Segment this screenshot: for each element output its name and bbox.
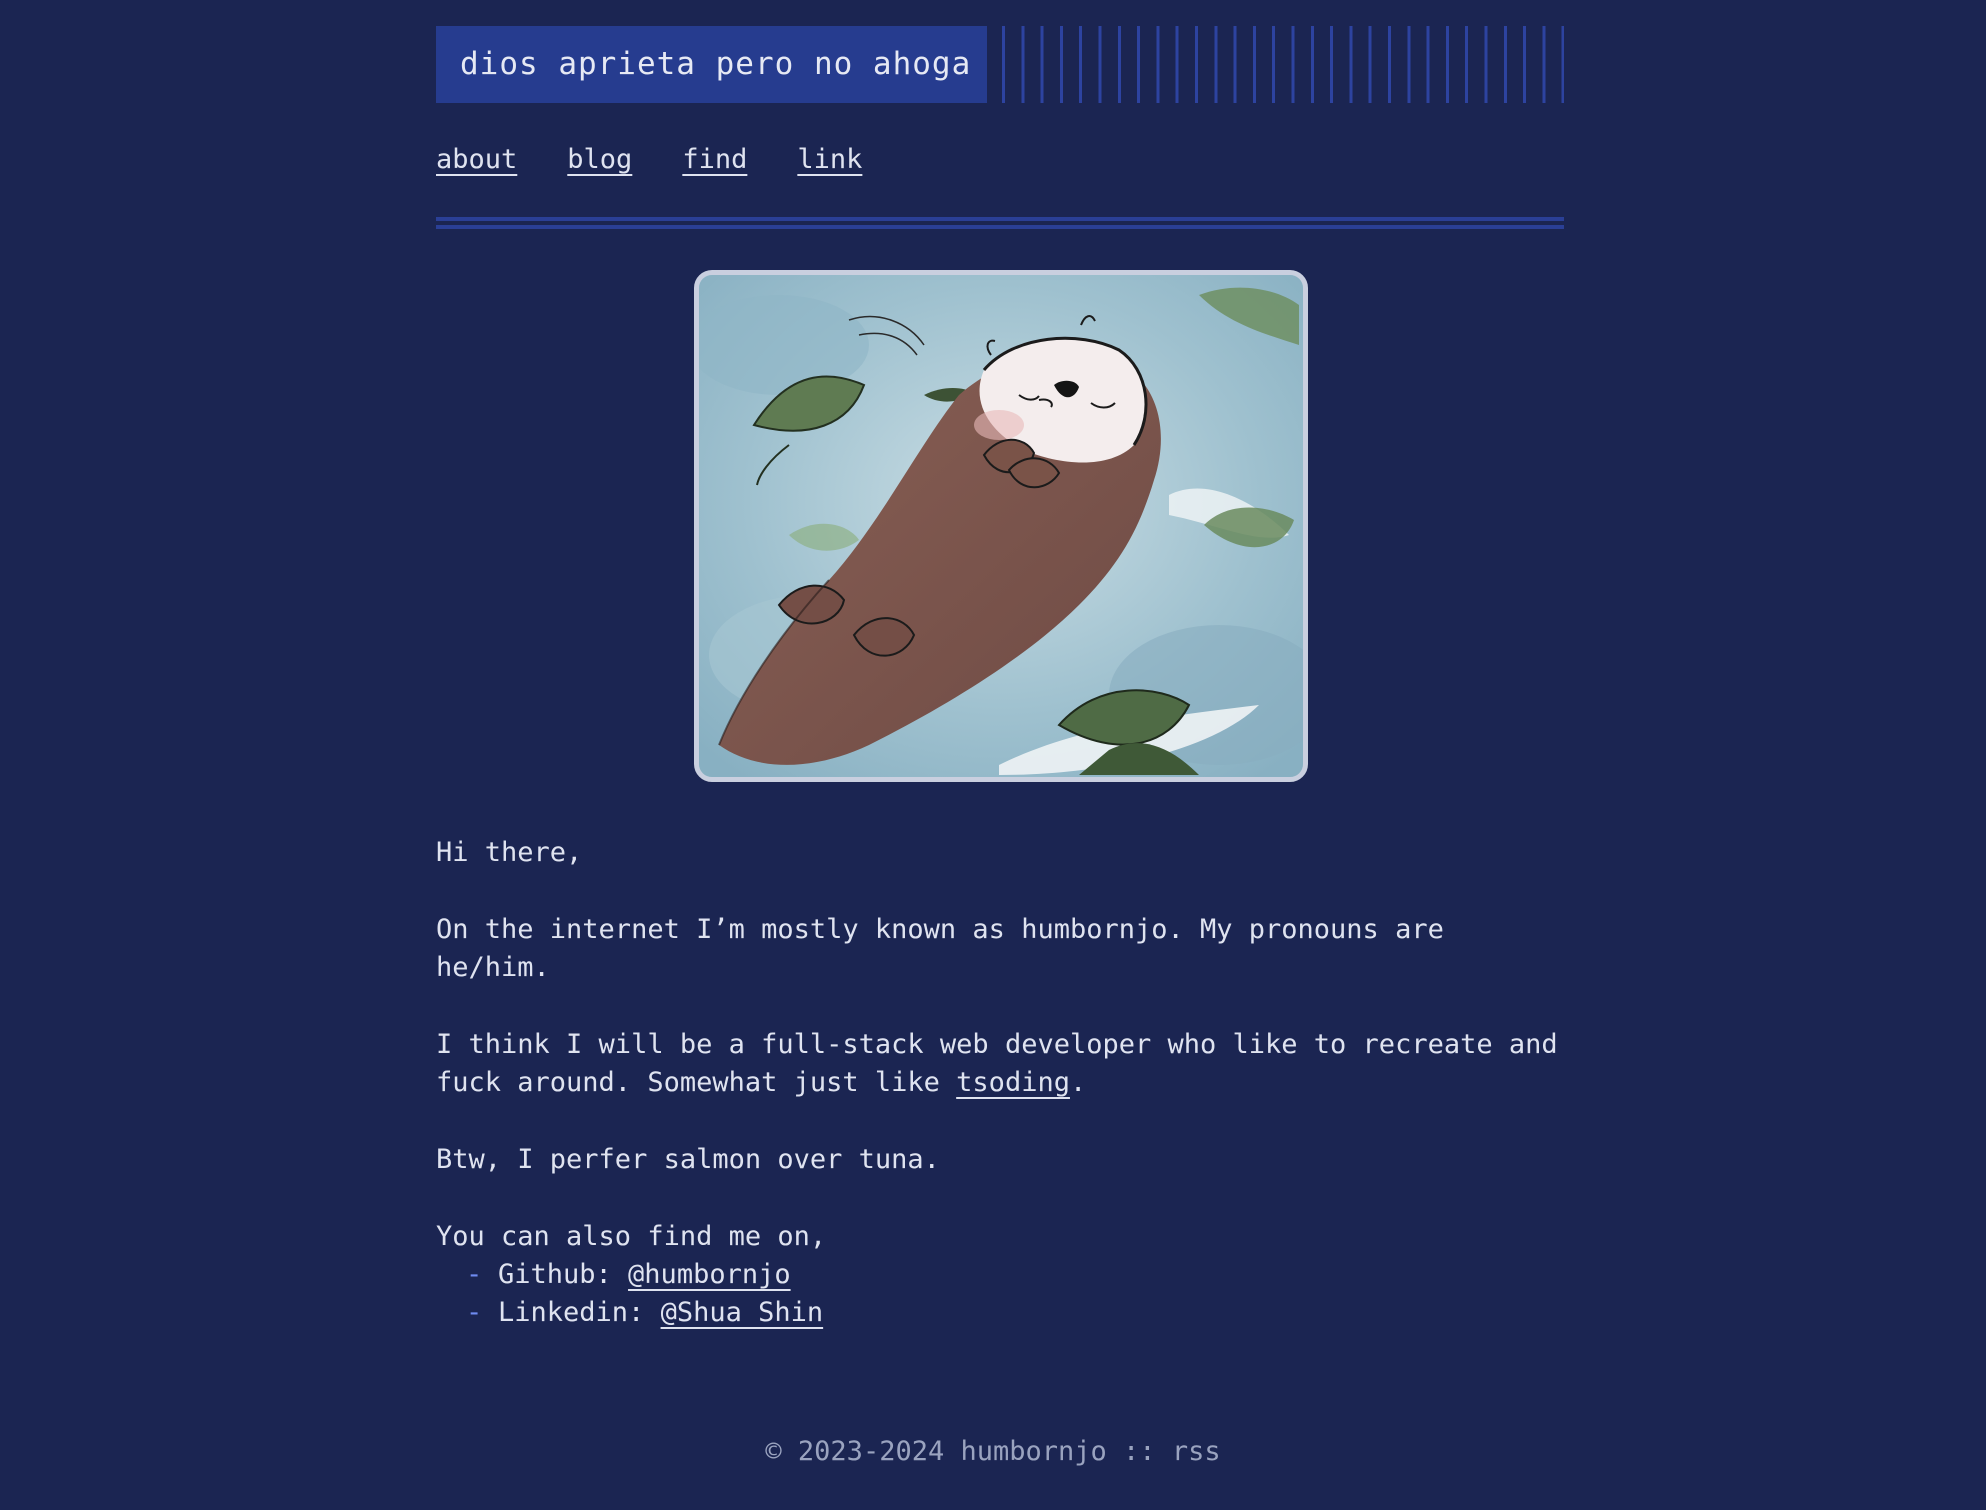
- github-link[interactable]: @humbornjo: [628, 1259, 791, 1290]
- find-me-section: You can also find me on, - Github: @humb…: [436, 1218, 1564, 1332]
- about-text: I think I will be a full-stack web devel…: [436, 1026, 1564, 1102]
- otter-illustration: [694, 270, 1308, 782]
- footer-separator: ::: [1106, 1436, 1172, 1467]
- list-bullet: -: [466, 1259, 483, 1290]
- about-text-suffix: .: [1069, 1067, 1087, 1098]
- linkedin-link[interactable]: @Shua Shin: [661, 1297, 824, 1328]
- intro-text: On the internet I’m mostly known as humb…: [436, 914, 1444, 983]
- header-divider: [436, 217, 1564, 229]
- nav-item-find[interactable]: find: [682, 144, 747, 184]
- rss-link[interactable]: rss: [1172, 1436, 1221, 1467]
- find-me-intro: You can also find me on,: [436, 1221, 827, 1252]
- tsoding-link[interactable]: tsoding: [956, 1067, 1070, 1098]
- copyright-text: © 2023-2024 humbornjo: [765, 1436, 1107, 1467]
- site-title-link[interactable]: dios aprieta pero no ahoga: [436, 26, 987, 103]
- nav-item-about[interactable]: about: [436, 144, 517, 184]
- list-bullet: -: [466, 1297, 483, 1328]
- site-footer: © 2023-2024 humbornjo :: rss: [0, 1436, 1986, 1467]
- main-nav: about blog find link: [436, 144, 862, 184]
- nav-item-blog[interactable]: blog: [567, 144, 632, 184]
- greeting-text: Hi there,: [436, 837, 583, 868]
- social-links-list: - Github: @humbornjo - Linkedin: @Shua S…: [436, 1256, 1564, 1332]
- linkedin-label: Linkedin:: [498, 1297, 661, 1328]
- github-label: Github:: [498, 1259, 629, 1290]
- site-header: dios aprieta pero no ahoga: [436, 26, 1564, 103]
- list-item: - Github: @humbornjo: [436, 1256, 1564, 1294]
- nav-item-link[interactable]: link: [797, 144, 862, 184]
- btw-text: Btw, I perfer salmon over tuna.: [436, 1144, 940, 1175]
- header-stripes-decoration: [1002, 26, 1564, 103]
- main-content: Hi there, On the internet I’m mostly kno…: [436, 834, 1564, 1332]
- list-item: - Linkedin: @Shua Shin: [436, 1294, 1564, 1332]
